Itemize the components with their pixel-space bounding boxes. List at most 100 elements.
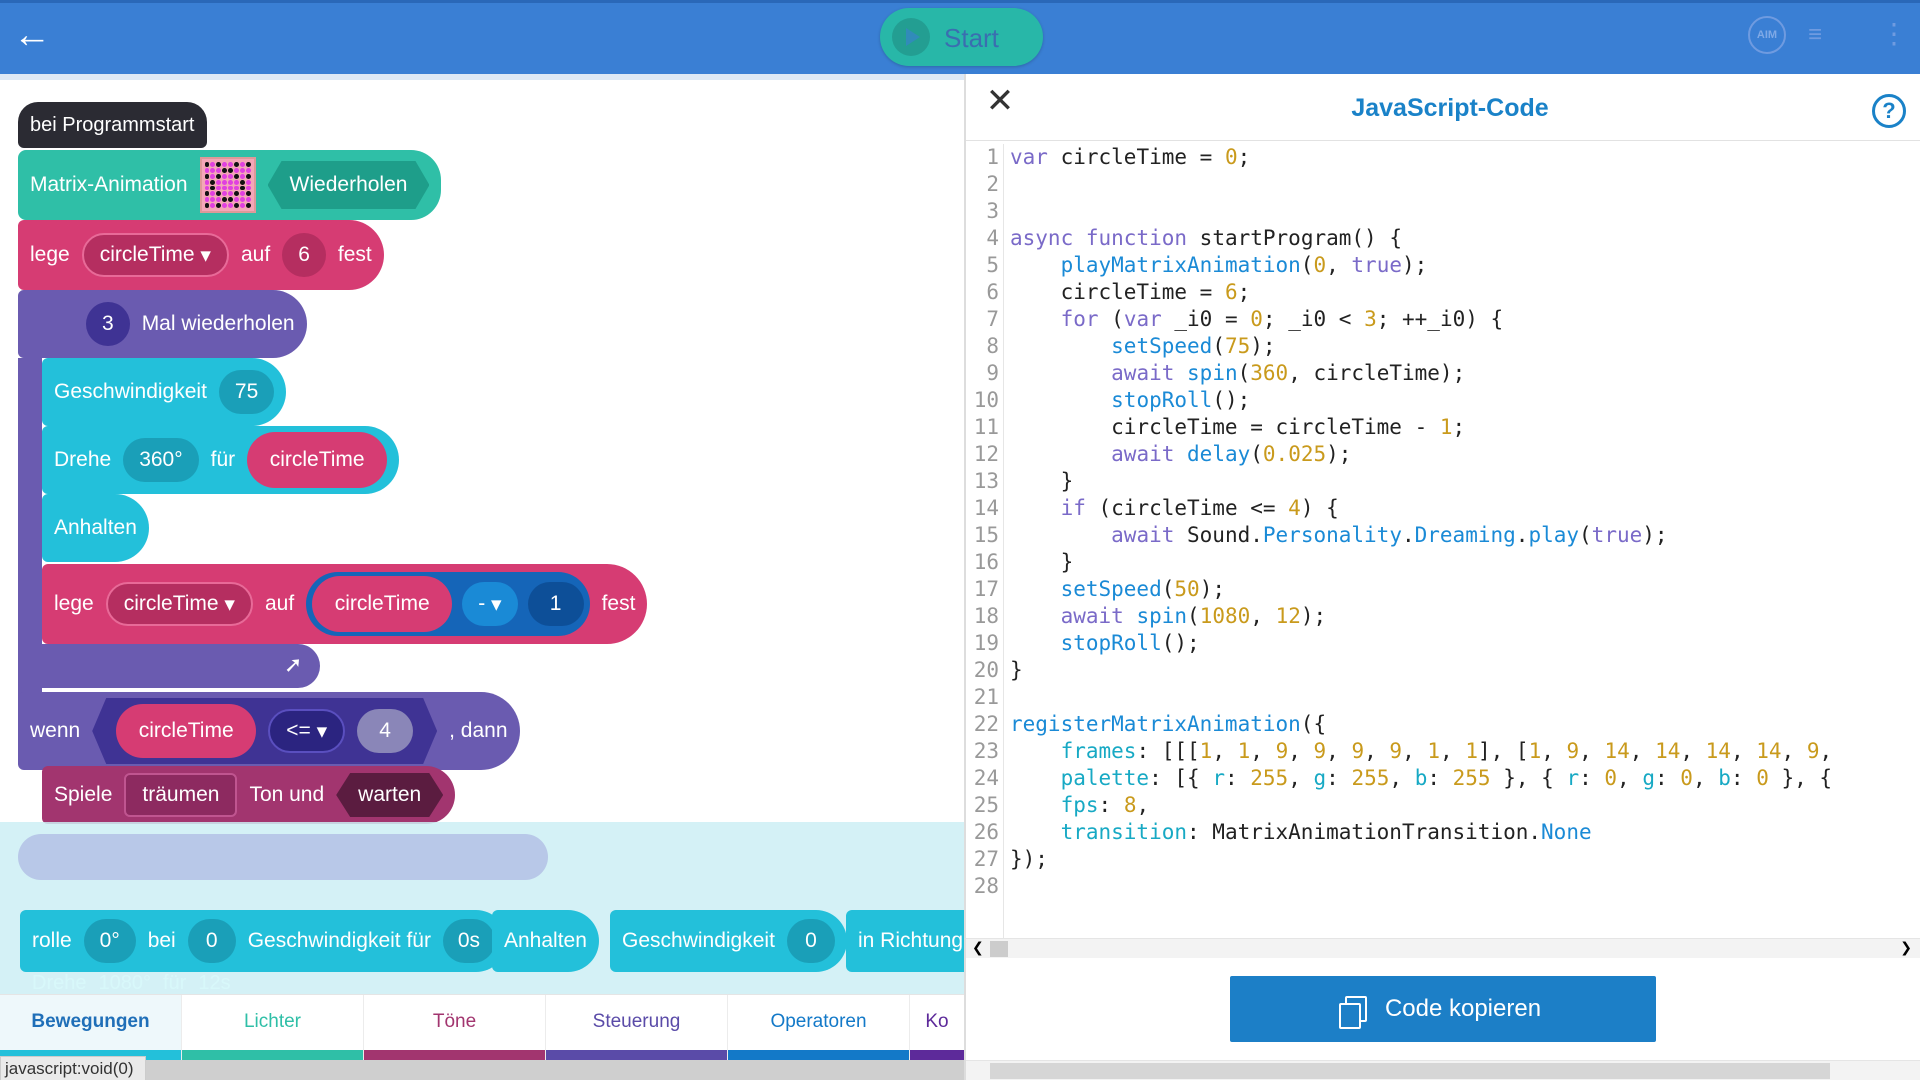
block-set-speed[interactable]: Geschwindigkeit 75 <box>42 358 287 426</box>
block-program-start[interactable]: bei Programmstart <box>18 102 207 148</box>
code-line: playMatrixAnimation(0, true); <box>1060 253 1428 277</box>
repeat-mode-dropdown[interactable]: Wiederholen <box>268 161 430 209</box>
tab-label: Operatoren <box>770 1011 867 1032</box>
workspace-scrollbar[interactable] <box>146 1060 964 1080</box>
degree-input[interactable]: 0° <box>83 919 136 963</box>
sound-dropdown[interactable]: träumen <box>124 773 238 817</box>
code-line: await Sound.Personality.Dreaming.play(tr… <box>1111 523 1668 547</box>
line-number: 20 <box>973 658 999 682</box>
block-repeat-loop[interactable]: 3 Mal wiederholen <box>18 290 307 358</box>
block-set-variable[interactable]: lege circleTime ▾ auf 6 fest <box>18 220 384 290</box>
variable-reporter[interactable]: circleTime <box>247 432 388 488</box>
value-input[interactable]: 6 <box>282 233 326 277</box>
tab-toene[interactable]: Töne <box>364 995 546 1060</box>
repeat-count-input[interactable]: 3 <box>86 302 130 346</box>
copy-code-button[interactable]: Code kopieren <box>1230 976 1656 1042</box>
tab-bewegungen[interactable]: Bewegungen <box>0 995 182 1060</box>
code-editor[interactable]: 1 2 3 4 5 6 7 8 9 10 11 12 13 14 15 16 17 18 19 20 21 22 23 24 2… <box>966 144 1920 940</box>
line-number: 8 <box>986 334 999 358</box>
block-matrix-animation[interactable]: Matrix-Animation Wiederholen <box>18 150 442 220</box>
variable-name: circleTime <box>123 592 219 615</box>
line-number: 27 <box>973 847 999 871</box>
scroll-right-icon[interactable]: ❯ <box>1900 939 1912 956</box>
block-if[interactable]: wenn circleTime <= ▾ 4 , dann <box>18 692 520 770</box>
line-number: 21 <box>973 685 999 709</box>
speed-input[interactable]: 0 <box>786 919 835 963</box>
block-spin[interactable]: Drehe 360° für circleTime <box>42 426 400 494</box>
block-label: für <box>210 448 236 471</box>
palette-roll-block[interactable]: rolle 0° bei 0 Geschwindigkeit für 0s <box>20 910 507 972</box>
line-number: 14 <box>973 496 999 520</box>
palette-speed-block[interactable]: Geschwindigkeit 0 <box>610 910 847 972</box>
scroll-left-icon[interactable]: ❮ <box>972 939 984 956</box>
operator-symbol: <= <box>286 719 311 742</box>
more-vertical-icon[interactable]: ⋮ <box>1880 16 1908 54</box>
arithmetic-operator-block[interactable]: circleTime - ▾ 1 <box>306 572 590 636</box>
time-input[interactable]: 0s <box>442 919 495 963</box>
close-icon[interactable]: ✕ <box>984 84 1016 118</box>
block-label: für <box>162 971 187 994</box>
line-number: 1 <box>986 145 999 169</box>
code-panel-title: JavaScript-Code <box>1351 94 1549 122</box>
code-line: for (var _i0 = 0; _i0 < 3; ++_i0) { <box>1060 307 1504 331</box>
tab-label: Steuerung <box>592 1011 681 1032</box>
scroll-thumb[interactable] <box>990 1063 1830 1079</box>
variable-dropdown[interactable]: circleTime ▾ <box>105 582 253 626</box>
speed-icon[interactable]: ≡ <box>1808 16 1848 54</box>
block-label: in Richtung <box>858 929 964 952</box>
block-placeholder <box>18 834 548 880</box>
palette-direction-block[interactable]: in Richtung <box>846 910 964 972</box>
panel-horizontal-scrollbar[interactable] <box>966 1060 1920 1080</box>
block-label: Spiele <box>54 783 113 806</box>
tab-lichter[interactable]: Lichter <box>182 995 364 1060</box>
tab-color-bar <box>728 1050 909 1060</box>
operator-dropdown[interactable]: - ▾ <box>462 582 518 626</box>
line-number: 16 <box>973 550 999 574</box>
block-label: lege <box>30 243 70 266</box>
matrix-preview[interactable] <box>199 157 256 213</box>
start-label: Start <box>944 23 999 53</box>
help-icon[interactable]: ? <box>1872 94 1906 128</box>
code-line: if (circleTime <= 4) { <box>1060 496 1339 520</box>
block-label: lege <box>54 592 94 615</box>
speed-input[interactable]: 75 <box>218 370 275 414</box>
code-line: fps: 8, <box>1060 793 1150 817</box>
wait-dropdown[interactable]: warten <box>336 773 443 817</box>
code-line: await spin(360, circleTime); <box>1111 361 1466 385</box>
block-label: rolle <box>32 929 72 952</box>
tab-operatoren[interactable]: Operatoren <box>728 995 910 1060</box>
code-horizontal-scrollbar[interactable]: ❮ ❯ <box>966 938 1920 958</box>
block-play-sound[interactable]: Spiele träumen Ton und warten <box>42 766 456 824</box>
back-arrow-icon[interactable]: ← <box>10 14 54 58</box>
tab-label: Ko <box>925 1011 949 1032</box>
aim-icon[interactable]: AIM <box>1748 16 1786 54</box>
variable-reporter[interactable]: circleTime <box>312 576 453 632</box>
line-number: 22 <box>973 712 999 736</box>
number-input[interactable]: 1 <box>527 582 584 626</box>
code-line: var circleTime = 0; <box>1010 145 1251 169</box>
scroll-thumb[interactable] <box>990 941 1008 957</box>
operator-symbol: - <box>478 592 486 615</box>
block-label: bei <box>147 929 176 952</box>
block-stop-roll[interactable]: Anhalten <box>42 494 149 562</box>
comparison-dropdown[interactable]: <= ▾ <box>268 709 345 753</box>
start-button[interactable]: Start <box>880 8 1043 66</box>
tab-steuerung[interactable]: Steuerung <box>546 995 728 1060</box>
degree-input[interactable]: 360° <box>123 438 199 482</box>
variable-reporter[interactable]: circleTime <box>116 704 256 758</box>
block-label: Mal wiederholen <box>141 312 295 335</box>
code-line: stopRoll(); <box>1111 388 1251 412</box>
line-number: 24 <box>973 766 999 790</box>
blocks-workspace[interactable]: bei Programmstart Matrix-Animation Wiede… <box>0 74 964 994</box>
block-label: Anhalten <box>504 929 587 952</box>
speed-input[interactable]: 0 <box>187 919 236 963</box>
variable-dropdown[interactable]: circleTime ▾ <box>81 233 229 277</box>
line-number-gutter: 1 2 3 4 5 6 7 8 9 10 11 12 13 14 15 16 17 18 19 20 21 22 23 24 2… <box>966 144 1004 940</box>
line-number: 6 <box>986 280 999 304</box>
number-input[interactable]: 4 <box>357 709 413 753</box>
comparison-block[interactable]: circleTime <= ▾ 4 <box>92 698 437 764</box>
tab-ko[interactable]: Ko <box>910 995 964 1060</box>
palette-stop-block[interactable]: Anhalten <box>492 910 599 972</box>
block-change-variable[interactable]: lege circleTime ▾ auf circleTime - ▾ 1 f… <box>42 564 648 644</box>
